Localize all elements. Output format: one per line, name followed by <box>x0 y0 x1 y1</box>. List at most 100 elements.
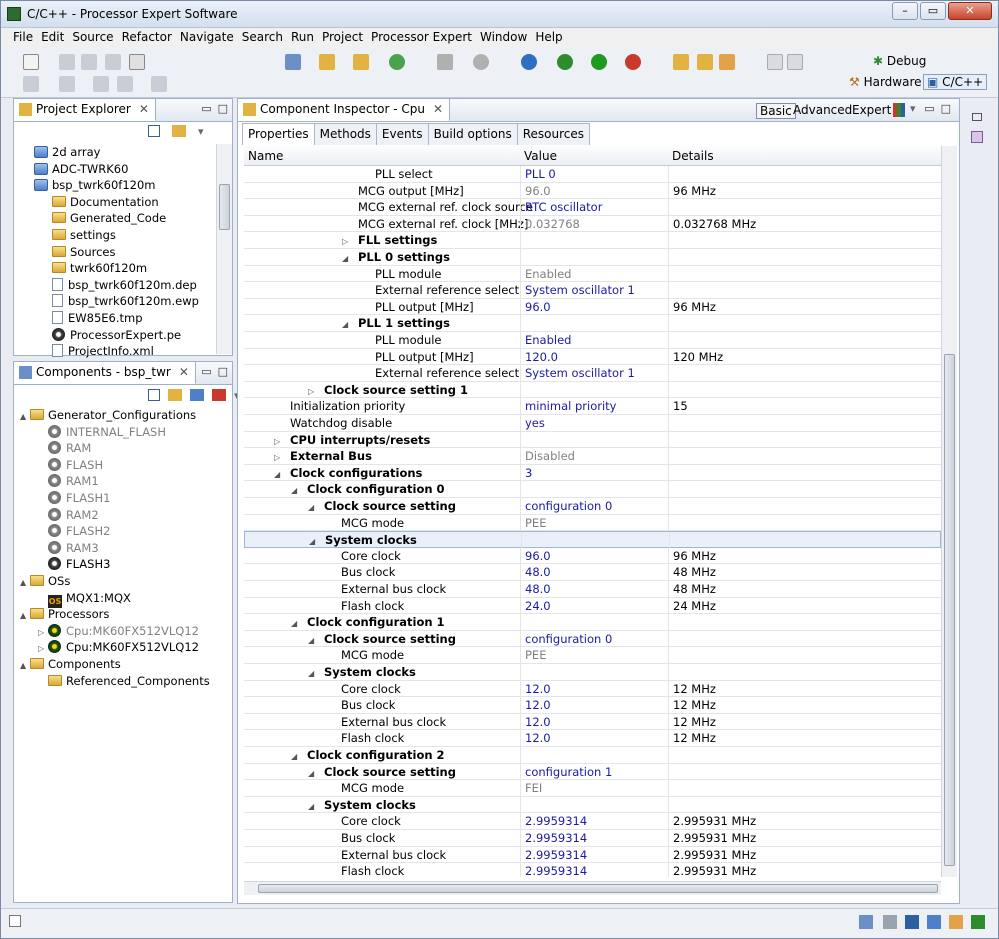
component-tree-item[interactable]: RAM <box>38 440 91 456</box>
toggle-mark-icon[interactable] <box>767 54 783 70</box>
property-row[interactable]: Core clock 2.9959314 2.995931 MHz <box>244 813 941 830</box>
property-row[interactable]: ◢ PLL 1 settings <box>244 315 941 332</box>
fast-view-icon[interactable] <box>9 915 21 927</box>
maximize-view-icon[interactable]: □ <box>218 365 228 378</box>
close-button[interactable]: ✕ <box>948 2 992 20</box>
status-icon-4[interactable] <box>927 915 941 929</box>
project-explorer-item[interactable]: Sources <box>52 244 116 260</box>
link-editor-icon[interactable] <box>172 125 186 137</box>
property-row[interactable]: Core clock 96.0 96 MHz <box>244 547 941 565</box>
component-tree-item[interactable]: Referenced_Components <box>38 673 210 689</box>
property-value[interactable]: System oscillator 1 <box>520 282 667 299</box>
status-icon-5[interactable] <box>949 915 963 929</box>
subtab-methods[interactable]: Methods <box>313 123 377 145</box>
property-row[interactable]: PLL module Enabled <box>244 332 941 349</box>
property-value[interactable] <box>520 315 667 332</box>
menu-file[interactable]: File <box>9 28 37 48</box>
minimize-view-icon[interactable]: ▭ <box>924 102 934 115</box>
maximize-button[interactable]: ▭ <box>920 2 946 20</box>
link-editor-icon[interactable] <box>168 389 182 401</box>
mode-expert-button[interactable]: Expert <box>849 103 894 117</box>
expand-arrow-icon[interactable]: ▷ <box>342 234 358 248</box>
property-row[interactable]: ▷ FLL settings <box>244 232 941 249</box>
tab-component-inspector[interactable]: Component Inspector - Cpu ✕ <box>238 99 451 121</box>
view-menu-icon[interactable]: ▾ <box>198 125 212 138</box>
status-icon-2[interactable] <box>883 915 897 929</box>
subtab-resources[interactable]: Resources <box>516 123 590 145</box>
property-value[interactable]: 12.0 <box>520 730 667 747</box>
property-row[interactable]: ◢ Clock configuration 2 <box>244 747 941 764</box>
settings-icon[interactable] <box>473 54 489 70</box>
close-tab-icon[interactable]: ✕ <box>139 102 149 116</box>
project-explorer-item[interactable]: ProcessorExpert.pe <box>52 327 181 343</box>
project-explorer-item[interactable]: bsp_twrk60f120m.ewp <box>52 293 199 309</box>
show-whitespace-icon[interactable] <box>787 54 803 70</box>
project-explorer-item[interactable]: bsp_twrk60f120m.dep <box>52 277 197 293</box>
property-value[interactable]: PEE <box>520 647 667 664</box>
property-value[interactable]: 48.0 <box>520 564 667 581</box>
property-value[interactable]: yes <box>520 415 667 431</box>
status-icon-6[interactable] <box>971 915 985 929</box>
property-value[interactable]: 2.9959314 <box>520 846 667 863</box>
expand-arrow-icon[interactable]: ▷ <box>38 625 48 641</box>
property-value[interactable] <box>520 796 667 813</box>
project-explorer-item[interactable]: Generated_Code <box>52 210 166 226</box>
scroll-thumb[interactable] <box>258 884 938 893</box>
menu-run[interactable]: Run <box>287 28 318 48</box>
property-row[interactable]: ◢ System clocks <box>244 664 941 681</box>
minimize-view-icon[interactable]: ▭ <box>201 102 211 115</box>
component-tree-item[interactable]: INTERNAL_FLASH <box>38 424 166 440</box>
collapse-all-icon[interactable] <box>148 125 160 137</box>
property-row[interactable]: ◢ Clock source setting configuration 0 <box>244 498 941 515</box>
component-tree-item[interactable]: ▲ OSs <box>20 573 70 589</box>
component-tree-item[interactable]: RAM1 <box>38 473 99 489</box>
property-value[interactable] <box>520 664 667 680</box>
property-value[interactable]: configuration 0 <box>520 498 667 514</box>
property-row[interactable]: MCG mode PEE <box>244 647 941 664</box>
property-row[interactable]: ◢ Clock source setting configuration 1 <box>244 763 941 781</box>
column-name[interactable]: Name <box>248 149 283 163</box>
property-value[interactable] <box>521 532 668 549</box>
property-row[interactable]: MCG external ref. clock source RTC oscill… <box>244 199 941 216</box>
expand-arrow-icon[interactable]: ◢ <box>308 633 324 647</box>
property-value[interactable]: System oscillator 1 <box>520 365 667 382</box>
property-value[interactable]: configuration 0 <box>520 630 667 647</box>
maximize-view-icon[interactable]: □ <box>941 102 951 115</box>
project-explorer-item[interactable]: ProjectInfo.xml <box>52 343 154 359</box>
property-row[interactable]: PLL output [MHz] 120.0 120 MHz <box>244 348 941 366</box>
project-explorer-item[interactable]: ADC-TWRK60 <box>34 161 128 177</box>
property-row[interactable]: MCG external ref. clock [MHz] 0.032768 0.0… <box>244 215 941 233</box>
next-annotation-icon[interactable] <box>23 76 39 92</box>
property-row[interactable]: MCG mode FEI <box>244 780 941 797</box>
subtab-build-options[interactable]: Build options <box>427 123 518 145</box>
property-row[interactable]: ◢ System clocks <box>244 796 941 814</box>
component-tree-item[interactable]: ▲ Components <box>20 656 121 672</box>
property-row[interactable]: MCG mode PEE <box>244 514 941 532</box>
property-row[interactable]: External bus clock 12.0 12 MHz <box>244 713 941 731</box>
column-details[interactable]: Details <box>672 149 714 163</box>
column-value[interactable]: Value <box>524 149 557 163</box>
open-resource-icon[interactable] <box>697 54 713 70</box>
property-value[interactable]: 12.0 <box>520 713 667 730</box>
at-icon[interactable] <box>521 54 537 70</box>
expand-arrow-icon[interactable]: ◢ <box>274 467 290 481</box>
property-row[interactable]: ▷ CPU interrupts/resets <box>244 431 941 449</box>
property-row[interactable]: Watchdog disable yes <box>244 415 941 432</box>
expand-arrow-icon[interactable]: ▲ <box>20 608 30 624</box>
perspective-cpp[interactable]: ▣ C/C++ <box>923 74 988 90</box>
project-explorer-item[interactable]: 2d array <box>34 144 100 160</box>
property-row[interactable]: External bus clock 48.0 48 MHz <box>244 581 941 598</box>
property-row[interactable]: ◢ Clock source setting configuration 0 <box>244 630 941 648</box>
expand-arrow-icon[interactable]: ▲ <box>20 409 30 425</box>
debug-bug-icon[interactable] <box>557 54 573 70</box>
scroll-thumb[interactable] <box>944 354 955 866</box>
menu-help[interactable]: Help <box>531 28 566 48</box>
property-value[interactable]: 2.9959314 <box>520 830 667 846</box>
component-tree-item[interactable]: ▲ Generator_Configurations <box>20 407 196 423</box>
property-row[interactable]: ◢ Clock configuration 0 <box>244 481 941 498</box>
expand-arrow-icon[interactable]: ◢ <box>291 749 307 763</box>
outline-icon[interactable] <box>971 131 983 143</box>
property-value[interactable]: 48.0 <box>520 581 667 597</box>
property-row[interactable]: Bus clock 48.0 48 MHz <box>244 564 941 581</box>
project-explorer-item[interactable]: settings <box>52 227 116 243</box>
